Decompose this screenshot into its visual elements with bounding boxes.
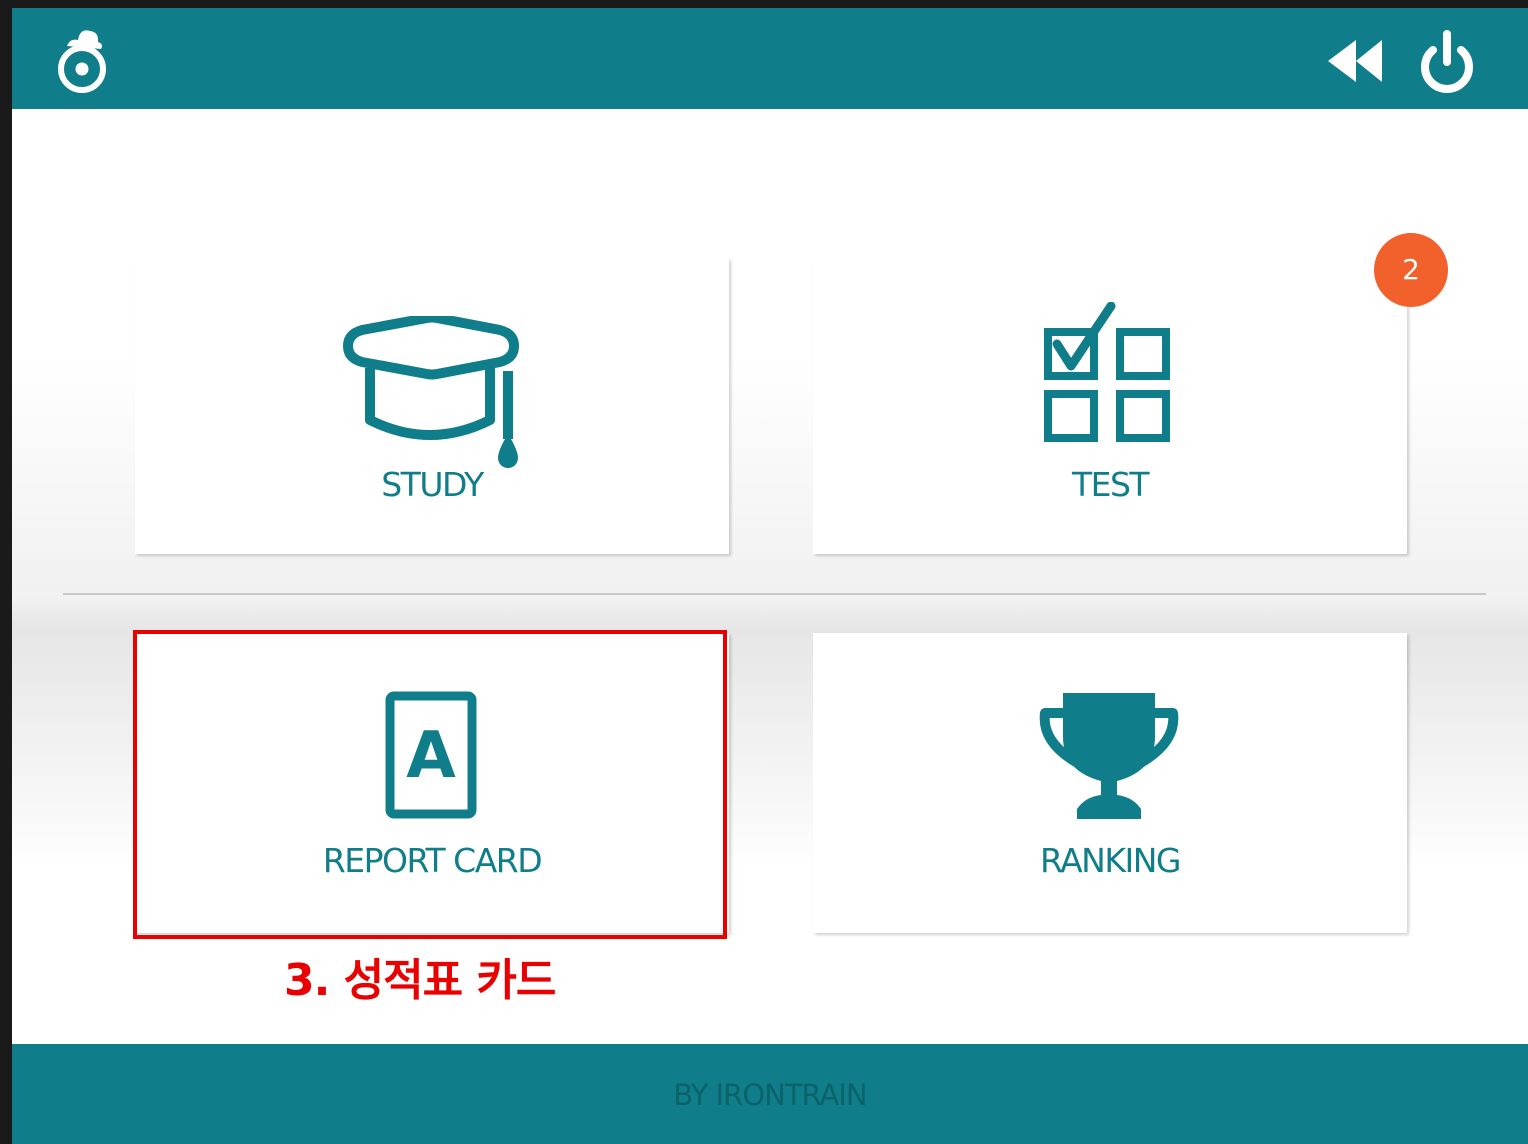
study-label: STUDY: [381, 465, 484, 504]
test-label: TEST: [1071, 465, 1150, 504]
checklist-grid-icon: [1044, 302, 1170, 442]
top-bar: [12, 8, 1528, 109]
power-icon[interactable]: [1416, 28, 1478, 96]
rewind-icon[interactable]: [1326, 36, 1386, 86]
study-tile[interactable]: STUDY: [135, 258, 729, 554]
footer-credit: BY IRONTRAIN: [673, 1078, 867, 1112]
divider: [63, 593, 1486, 595]
grade-a-card-icon: A: [385, 691, 477, 819]
report-card-label: REPORT CARD: [322, 841, 543, 880]
footer-bar: BY IRONTRAIN: [12, 1044, 1528, 1144]
report-card-tile[interactable]: A REPORT CARD: [135, 633, 729, 933]
ranking-label: RANKING: [1040, 841, 1181, 880]
trophy-icon: [1039, 693, 1179, 819]
annotation-label: 3. 성적표 카드: [284, 955, 556, 1006]
svg-text:A: A: [406, 719, 456, 793]
test-tile[interactable]: TEST: [813, 258, 1407, 554]
test-notification-badge: 2: [1374, 233, 1448, 307]
graduation-cap-icon: [343, 316, 519, 468]
ranking-tile[interactable]: RANKING: [813, 633, 1407, 933]
app-logo-icon: [58, 30, 106, 93]
